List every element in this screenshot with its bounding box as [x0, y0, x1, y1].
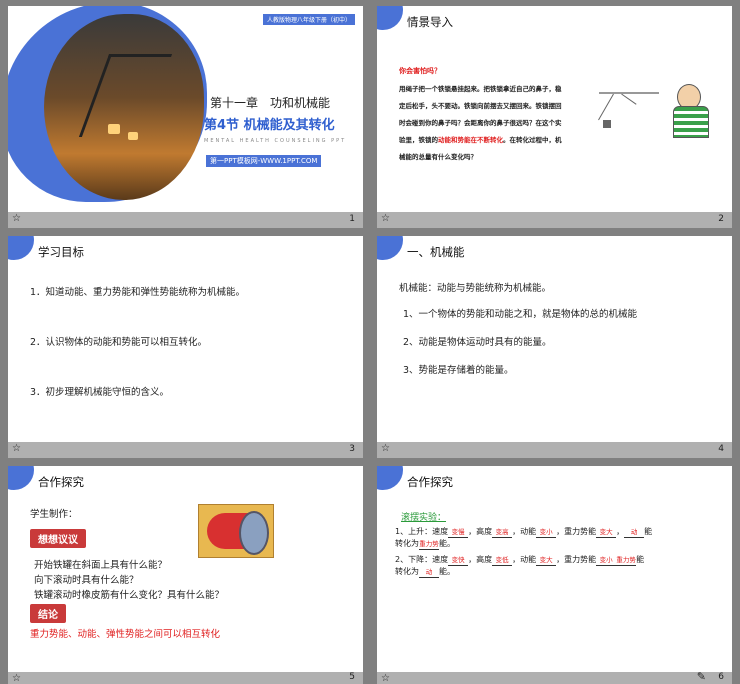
body-line-4-tail: 。在转化过程中，机 — [503, 136, 562, 144]
fall-text: ，动能 — [512, 555, 537, 564]
slide-number: 3 — [349, 444, 355, 454]
conclusion-text: 重力势能、动能、弹性势能之间可以相互转化 — [30, 629, 221, 640]
slide-6[interactable]: 合作探究 滚摆实验： 1、上升：速度 变慢 ，高度 变高 ，动能 变小 ，重力势能 变大，动能… — [377, 466, 732, 678]
goal-item-3: 3．初步理解机械能守恒的含义。 — [30, 387, 170, 398]
pen-icon[interactable]: ✎ — [697, 670, 706, 683]
slide-1[interactable]: 人教版物理八年级下册（初中） 第十一章 功和机械能 第4节 机械能及其转化 ME… — [8, 6, 363, 218]
slide-footer-4: ☆ 4 — [377, 442, 732, 458]
question-text: 你会害怕吗？ — [399, 67, 441, 75]
rise-text: ， — [616, 527, 625, 536]
star-icon: ☆ — [12, 443, 21, 454]
slide-number: 4 — [718, 444, 724, 454]
star-icon: ☆ — [12, 213, 21, 224]
chapter-title: 第十一章 功和机械能 — [210, 96, 331, 110]
slide-title: 情景导入 — [407, 15, 453, 29]
rise-text: 能 — [644, 527, 653, 536]
slide-2[interactable]: 情景导入 你会害怕吗？ 用绳子把一个铁锁悬挂起来。把铁锁拿近自己的鼻子，稳 定后… — [377, 6, 732, 218]
star-icon: ☆ — [381, 673, 390, 684]
slide-footer-2: ☆ 2 — [377, 212, 732, 228]
mechanical-energy-definition: 机械能：动能与势能统称为机械能。 — [399, 283, 552, 294]
can-roller-photo — [198, 504, 274, 558]
fall-row: 2、下降：速度 变快 ，高度 变低 ，动能 变大 ，重力势能 变小 重力势能 — [395, 554, 644, 566]
rise-text: 能。 — [439, 539, 455, 548]
section-title: 第4节 机械能及其转化 — [204, 118, 335, 133]
corner-blob — [8, 466, 34, 490]
rise-blank[interactable]: 变大 — [596, 528, 617, 538]
goal-item-1: 1．知道动能、重力势能和弹性势能统称为机械能。 — [30, 287, 246, 298]
corner-blob — [377, 6, 403, 30]
slide-title: 一、机械能 — [407, 245, 465, 259]
sunset-photo — [44, 14, 204, 200]
fall-text: 2、下降：速度 — [395, 555, 449, 564]
rise-blank[interactable]: 重力势 — [419, 540, 439, 550]
star-icon: ☆ — [12, 673, 21, 684]
body-line-2: 定后松手，头不要动。铁锁向前摆去又摆回来。铁锁摆回 — [399, 102, 562, 110]
fall-row-2: 转化为动能。 — [395, 566, 455, 578]
conclusion-badge: 结论 — [30, 604, 66, 623]
question-1: 开始铁罐在斜面上具有什么能？ — [34, 560, 168, 571]
definition-item-1: 1、一个物体的势能和动能之和，就是物体的总的机械能 — [403, 309, 638, 320]
slide-title: 合作探究 — [407, 475, 453, 489]
fall-blank[interactable]: 动 — [419, 568, 439, 578]
definition-item-2: 2、动能是物体运动时具有的能量。 — [403, 337, 552, 348]
slide-3[interactable]: 学习目标 1．知道动能、重力势能和弹性势能统称为机械能。 2．认识物体的动能和势… — [8, 236, 363, 448]
rise-blank[interactable]: 变慢 — [448, 528, 469, 538]
rise-row-2: 转化为重力势能。 — [395, 538, 455, 550]
slide-title: 学习目标 — [38, 245, 84, 259]
slide-4[interactable]: 一、机械能 机械能：动能与势能统称为机械能。 1、一个物体的势能和动能之和，就是… — [377, 236, 732, 448]
rise-blank[interactable]: 变高 — [492, 528, 513, 538]
fall-text: 转化为 — [395, 567, 419, 576]
slide-number: 1 — [349, 214, 355, 224]
fall-blank[interactable]: 变大 — [536, 556, 557, 566]
rise-row: 1、上升：速度 变慢 ，高度 变高 ，动能 变小 ，重力势能 变大，动能 — [395, 526, 652, 538]
star-icon: ☆ — [381, 443, 390, 454]
rise-text: 转化为 — [395, 539, 419, 548]
website-link[interactable]: 第一PPT模板网-WWW.1PPT.COM — [206, 155, 322, 167]
fall-text: ，高度 — [468, 555, 493, 564]
body-line-3: 时会碰到你的鼻子吗？会距离你的鼻子很远吗？在这个实 — [399, 119, 562, 127]
rise-text: ，重力势能 — [556, 527, 597, 536]
fall-text: 能。 — [439, 567, 455, 576]
fall-blank[interactable]: 变低 — [492, 556, 513, 566]
fall-text: ，重力势能 — [556, 555, 597, 564]
slide-title: 合作探究 — [38, 475, 84, 489]
experiment-label: 滚摆实验： — [401, 513, 447, 523]
fall-text: 能 — [636, 555, 645, 564]
think-discuss-badge: 想想议议 — [30, 529, 86, 548]
body-line-4: 验里，铁锁的动能和势能在不断转化。在转化过程中，机 — [399, 134, 562, 144]
slide-footer-3: ☆ 3 — [8, 442, 363, 458]
slide-footer-6: ☆ ✎ 6 — [377, 670, 732, 684]
rise-text: ，动能 — [512, 527, 537, 536]
rise-blank[interactable]: 动 — [624, 528, 645, 538]
definition-item-3: 3、势能是存储着的能量。 — [403, 365, 514, 376]
body-line-5: 械能的总量有什么变化吗？ — [399, 153, 477, 161]
star-icon: ☆ — [381, 213, 390, 224]
corner-blob — [377, 236, 403, 260]
highlight-text: 动能和势能在不断转化 — [438, 136, 503, 144]
english-subtitle: MENTAL HEALTH COUNSELING PPT — [204, 138, 347, 144]
fall-blank[interactable]: 变小 — [596, 556, 617, 566]
rise-blank[interactable]: 变小 — [536, 528, 557, 538]
question-2: 向下滚动时具有什么能？ — [34, 575, 139, 586]
fall-blank[interactable]: 重力势 — [616, 556, 637, 566]
student-making-label: 学生制作： — [30, 509, 78, 520]
slide-number: 2 — [718, 214, 724, 224]
slide-5[interactable]: 合作探究 学生制作： 想想议议 开始铁罐在斜面上具有什么能？ 向下滚动时具有什么… — [8, 466, 363, 678]
goal-item-2: 2．认识物体的动能和势能可以相互转化。 — [30, 337, 208, 348]
slide-number: 5 — [349, 672, 355, 682]
rise-text: 1、上升：速度 — [395, 527, 449, 536]
body-line-1: 用绳子把一个铁锁悬挂起来。把铁锁拿近自己的鼻子，稳 — [399, 85, 562, 93]
corner-blob — [377, 466, 403, 490]
slide-footer-1: ☆ 1 — [8, 212, 363, 228]
question-3: 铁罐滚动时橡皮筋有什么变化？具有什么能？ — [34, 590, 225, 601]
pendulum-illustration — [598, 84, 719, 154]
slide-number: 6 — [718, 672, 724, 682]
slide-footer-5: ☆ 5 — [8, 672, 363, 684]
body-line-4-head: 验里，铁锁的 — [399, 136, 438, 144]
corner-blob — [8, 236, 34, 260]
fall-blank[interactable]: 变快 — [448, 556, 469, 566]
rise-text: ，高度 — [468, 527, 493, 536]
edition-tag: 人教版物理八年级下册（初中） — [262, 14, 355, 25]
